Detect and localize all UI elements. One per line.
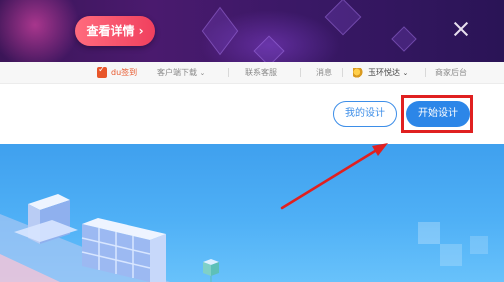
merchant-backend-link[interactable]: 商家后台 [435, 67, 467, 78]
avatar-icon [353, 68, 364, 78]
client-download-label: 客户端下载 [157, 68, 197, 77]
highlight-annotation [401, 95, 473, 133]
banner-decoration [391, 26, 417, 52]
banner-glow [0, 0, 80, 62]
divider [300, 68, 301, 77]
client-download-link[interactable]: 客户端下载 ⌄ [157, 67, 205, 78]
my-design-button[interactable]: 我的设计 [333, 101, 397, 127]
divider [342, 68, 343, 77]
account-menu[interactable]: 玉环悦达 ⌄ [368, 67, 408, 78]
checkin-icon [97, 65, 107, 78]
divider [425, 68, 426, 77]
sign-in-link[interactable]: du签到 [111, 67, 137, 78]
chevron-down-icon: ⌄ [402, 69, 409, 77]
divider [228, 68, 229, 77]
support-link[interactable]: 联系客服 [245, 67, 277, 78]
hero-illustration [0, 144, 504, 282]
hero-graphic [0, 194, 488, 282]
promo-banner: 查看详情 › [0, 0, 504, 62]
top-nav: du签到 客户端下载 ⌄ 联系客服 消息 玉环悦达 ⌄ 商家后台 [0, 62, 504, 84]
chevron-down-icon: ⌄ [199, 69, 206, 77]
messages-link[interactable]: 消息 [316, 67, 332, 78]
close-icon[interactable] [452, 20, 470, 38]
account-name: 玉环悦达 [368, 68, 400, 77]
view-details-button[interactable]: 查看详情 › [75, 16, 155, 46]
